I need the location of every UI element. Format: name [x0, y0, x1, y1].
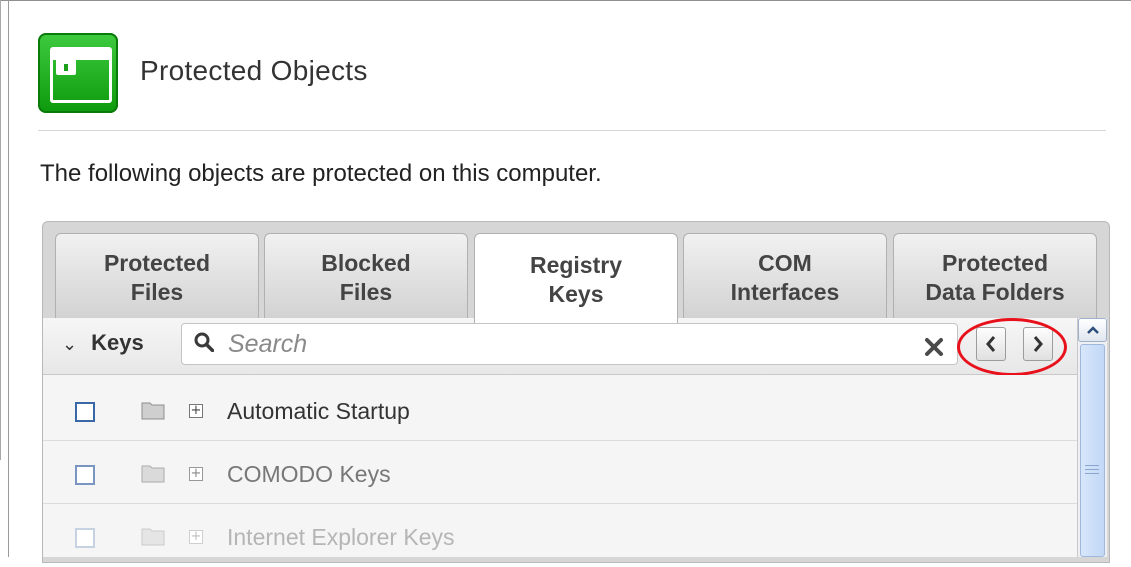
title-divider: [38, 130, 1106, 131]
content-border-left: [8, 0, 9, 557]
page-title: Protected Objects: [140, 55, 368, 86]
keys-group-label: Keys: [91, 330, 144, 355]
chevron-up-icon: [1086, 326, 1099, 334]
search-icon: [194, 332, 214, 352]
next-button[interactable]: [1023, 327, 1053, 361]
folder-icon: [141, 402, 165, 420]
lock-keyhole: [64, 64, 68, 71]
folder-icon: [141, 465, 165, 483]
chevron-left-icon: [986, 336, 996, 352]
clear-icon[interactable]: [923, 336, 945, 358]
scroll-grip: [1085, 469, 1099, 470]
row-checkbox[interactable]: [75, 465, 95, 485]
chevron-right-icon: [1033, 336, 1043, 352]
protected-objects-lock-icon: [38, 33, 118, 113]
row-checkbox[interactable]: [75, 402, 95, 422]
tab-protected-files[interactable]: Protected Files: [55, 233, 259, 319]
list-item[interactable]: + Internet Explorer Keys: [43, 504, 1077, 567]
list-item[interactable]: + COMODO Keys: [43, 441, 1077, 504]
list-item[interactable]: + Automatic Startup: [43, 378, 1077, 441]
window-border-top: [0, 0, 1131, 1]
tab-protected-data-folders[interactable]: Protected Data Folders: [893, 233, 1097, 319]
row-label: Internet Explorer Keys: [227, 524, 455, 550]
search-placeholder: Search: [228, 330, 308, 358]
tab-registry-keys[interactable]: Registry Keys: [474, 233, 678, 323]
folder-icon: [141, 528, 165, 546]
scroll-thumb[interactable]: [1080, 344, 1105, 557]
expand-icon[interactable]: +: [189, 467, 203, 481]
chevron-down-icon: ⌄: [62, 334, 78, 354]
expand-icon[interactable]: +: [189, 404, 203, 418]
tab-blocked-files[interactable]: Blocked Files: [264, 233, 468, 319]
row-label: COMODO Keys: [227, 461, 391, 487]
tab-com-interfaces[interactable]: COM Interfaces: [683, 233, 887, 319]
row-checkbox[interactable]: [75, 528, 95, 548]
previous-button[interactable]: [976, 327, 1006, 361]
window-border-left: [0, 0, 1, 460]
expand-icon[interactable]: +: [189, 530, 203, 544]
page-description: The following objects are protected on t…: [40, 160, 602, 187]
scroll-grip: [1085, 465, 1099, 466]
scroll-up-button[interactable]: [1078, 318, 1107, 342]
row-label: Automatic Startup: [227, 398, 410, 424]
scroll-grip: [1085, 473, 1099, 474]
keys-group-toggle[interactable]: ⌄ Keys: [62, 330, 144, 356]
